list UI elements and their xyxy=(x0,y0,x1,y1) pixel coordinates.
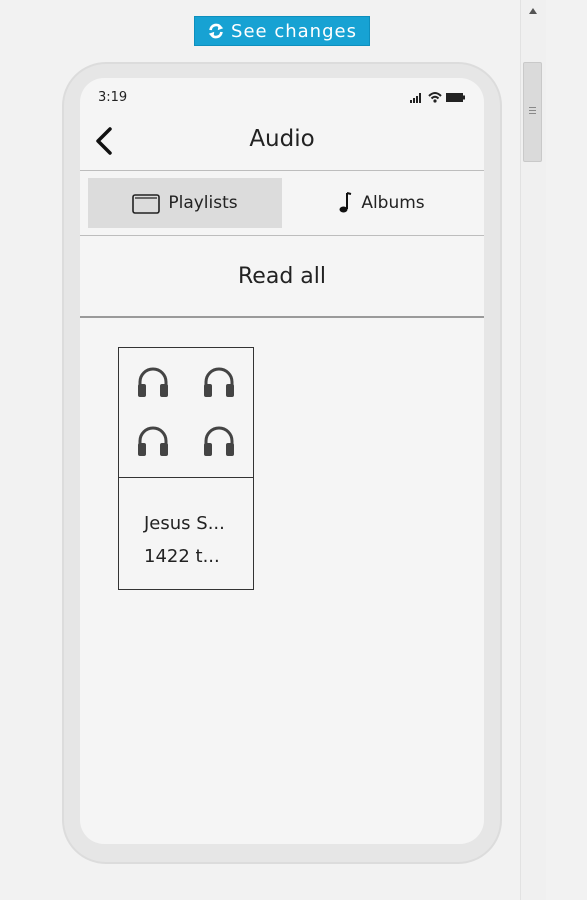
phone-frame: 3:19 Audio Playlists Albums Read all Jes… xyxy=(62,62,502,864)
playlist-thumbnail xyxy=(119,348,253,478)
see-changes-label: See changes xyxy=(231,20,357,42)
tab-playlists[interactable]: Playlists xyxy=(88,178,282,228)
tab-albums-label: Albums xyxy=(361,193,425,213)
tab-bar: Playlists Albums xyxy=(80,171,484,236)
headphones-icon xyxy=(138,426,168,456)
phone-screen: 3:19 Audio Playlists Albums Read all Jes… xyxy=(80,78,484,844)
read-all-button[interactable]: Read all xyxy=(80,236,484,318)
grip-icon xyxy=(529,107,536,114)
playlist-name: Jesus S... xyxy=(144,513,225,534)
status-icons xyxy=(410,92,466,103)
playlist-card[interactable]: Jesus S... 1422 t... xyxy=(118,347,254,590)
status-time: 3:19 xyxy=(98,90,128,105)
page-scrollbar[interactable] xyxy=(520,0,546,900)
tab-albums[interactable]: Albums xyxy=(284,178,478,228)
headphones-icon xyxy=(204,367,234,397)
wifi-icon xyxy=(428,92,442,103)
see-changes-button[interactable]: See changes xyxy=(194,16,370,46)
refresh-icon xyxy=(208,23,224,39)
playlist-info: Jesus S... 1422 t... xyxy=(119,478,253,573)
scroll-thumb[interactable] xyxy=(523,62,542,162)
read-all-label: Read all xyxy=(238,263,326,289)
playlist-track-count: 1422 t... xyxy=(144,546,220,567)
page-title: Audio xyxy=(249,126,315,152)
headphones-icon xyxy=(138,367,168,397)
app-header: Audio xyxy=(80,114,484,171)
folder-icon xyxy=(132,194,161,214)
battery-icon xyxy=(446,93,465,102)
scroll-up-arrow-icon[interactable] xyxy=(527,6,539,16)
status-bar: 3:19 xyxy=(80,78,484,118)
headphones-icon xyxy=(204,426,234,456)
signal-icon xyxy=(410,93,421,103)
music-note-icon xyxy=(339,192,352,213)
tab-playlists-label: Playlists xyxy=(168,193,238,213)
